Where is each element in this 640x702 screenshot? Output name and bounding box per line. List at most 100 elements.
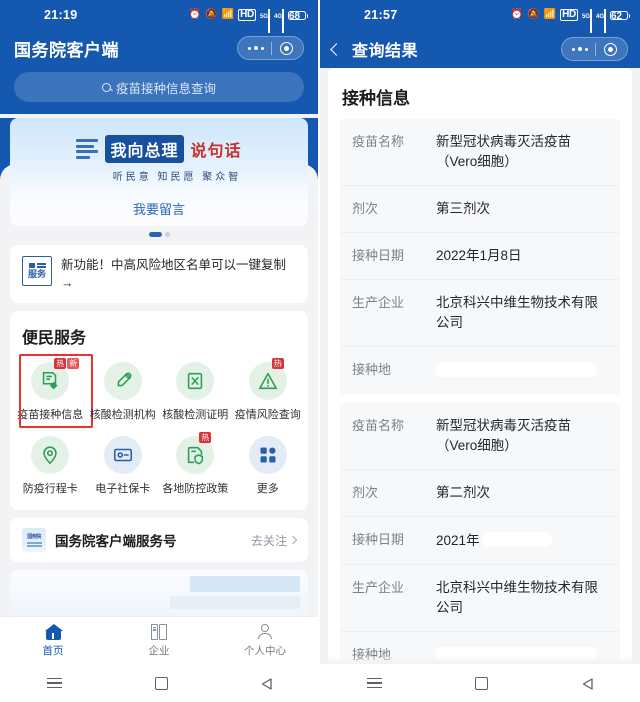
home-square-icon[interactable] xyxy=(475,676,489,690)
follow-button[interactable]: 去关注 xyxy=(250,532,298,549)
more-menu-icon[interactable] xyxy=(565,46,595,52)
battery-icon: 62 xyxy=(610,10,630,21)
row-value-redacted xyxy=(436,360,596,381)
tab-home[interactable]: 首页 xyxy=(0,623,106,658)
table-row: 接种地 xyxy=(340,347,620,394)
banner-tag: 我向总理 xyxy=(105,135,184,163)
left-phone-screen: 21:19 ⏰ 🔕 📶 HD 5G 4G 68 国务院客户端 疫苗接种信息查询 … xyxy=(0,0,320,702)
row-key: 疫苗名称 xyxy=(352,134,405,149)
back-triangle-icon[interactable] xyxy=(582,677,593,690)
tab-label: 首页 xyxy=(42,644,64,657)
row-value: 北京科兴中维生物技术有限公司 xyxy=(436,580,598,615)
mini-program-capsule[interactable] xyxy=(237,36,304,60)
back-triangle-icon[interactable] xyxy=(261,677,272,690)
signal-2-icon: 4G xyxy=(274,9,284,33)
table-row: 剂次 第三剂次 xyxy=(340,186,620,233)
bottom-tab-bar: 首页 企业 个人中心 xyxy=(0,616,318,664)
signal-1-icon: 5G xyxy=(582,9,592,33)
building-icon xyxy=(150,623,168,640)
banner-tag-red: 说句话 xyxy=(190,143,242,160)
service-label: 防疫行程卡 xyxy=(22,483,78,495)
table-row: 疫苗名称 新型冠状病毒灭活疫苗（Vero细胞） xyxy=(340,119,620,186)
service-item-more[interactable]: 更多 xyxy=(232,430,305,498)
dual-phone-screenshot: 21:19 ⏰ 🔕 📶 HD 5G 4G 68 国务院客户端 疫苗接种信息查询 … xyxy=(0,0,640,702)
close-target-icon[interactable] xyxy=(596,42,624,56)
service-label: 核酸检测机构 xyxy=(89,409,156,421)
search-placeholder: 疫苗接种信息查询 xyxy=(115,81,216,96)
row-key: 剂次 xyxy=(352,201,379,216)
promo-banner[interactable]: 我向总理 说句话 听民意 知民愿 聚众智 我要留言 xyxy=(10,118,308,226)
right-status-bar: 21:57 ⏰ 🔕 📶 HD 5G 4G 62 xyxy=(320,0,640,33)
android-nav-bar xyxy=(0,664,318,702)
more-menu-icon[interactable] xyxy=(241,45,271,51)
vaccination-record: 疫苗名称 新型冠状病毒灭活疫苗（Vero细胞） 剂次 第三剂次 接种日期 202… xyxy=(340,119,620,394)
row-value: 新型冠状病毒灭活疫苗（Vero细胞） xyxy=(436,418,571,453)
notice-text: 新功能！中高风险地区名单可以一键复制→ xyxy=(61,258,287,290)
service-item-risk-query[interactable]: 热 疫情风险查询 xyxy=(232,356,305,424)
mute-icon: 🔕 xyxy=(527,9,540,20)
app-title: 国务院客户端 xyxy=(14,40,119,60)
chevron-left-icon[interactable] xyxy=(330,42,343,56)
right-app-header: 查询结果 xyxy=(320,30,640,68)
badge-hot: 热 xyxy=(54,358,67,369)
notice-card[interactable]: 服务 新功能！中高风险地区名单可以一键复制→ xyxy=(10,245,308,303)
card-title: 接种信息 xyxy=(342,89,410,108)
location-pin-icon xyxy=(31,436,70,474)
home-square-icon[interactable] xyxy=(154,676,168,690)
row-key: 接种日期 xyxy=(352,248,405,263)
row-key: 生产企业 xyxy=(352,580,405,595)
service-item-vaccine-record[interactable]: 热 新 疫苗接种信息 xyxy=(14,354,93,428)
service-item-travel-card[interactable]: 防疫行程卡 xyxy=(14,430,87,498)
signal-2-icon: 4G xyxy=(596,9,606,33)
alarm-icon: ⏰ xyxy=(510,9,524,20)
scroll-fade xyxy=(320,656,640,664)
redaction-mark xyxy=(481,532,552,547)
menu-icon[interactable] xyxy=(46,677,62,689)
services-card: 便民服务 热 新 疫苗接种信息 核酸检测机构 核酸检测证明 热 疫情风险查询 防… xyxy=(10,311,308,510)
close-target-icon[interactable] xyxy=(272,41,300,55)
menu-icon[interactable] xyxy=(366,677,382,689)
badge-new: 新 xyxy=(67,358,80,369)
service-badge-text: 服务 xyxy=(27,269,46,280)
wifi-icon: 📶 xyxy=(221,9,235,20)
service-item-test-certificate[interactable]: 核酸检测证明 xyxy=(159,356,232,424)
table-row: 生产企业 北京科兴中维生物技术有限公司 xyxy=(340,565,620,632)
badge-hot: 热 xyxy=(271,358,284,369)
service-item-testing-org[interactable]: 核酸检测机构 xyxy=(87,356,160,424)
table-row: 接种日期 2022年1月8日 xyxy=(340,233,620,280)
status-time: 21:57 xyxy=(364,8,398,22)
service-label: 核酸检测证明 xyxy=(162,409,229,421)
row-value: 新型冠状病毒灭活疫苗（Vero细胞） xyxy=(436,134,571,169)
status-icon-tray: ⏰ 🔕 📶 HD 5G 4G 68 xyxy=(189,9,308,33)
left-main-body: 我向总理 说句话 听民意 知民愿 聚众智 我要留言 服务 新功能！中高风险地区名… xyxy=(0,118,318,620)
carousel-dot-2[interactable] xyxy=(164,232,170,237)
banner-cta-link[interactable]: 我要留言 xyxy=(10,199,308,218)
service-badge-icon: 服务 xyxy=(22,256,52,286)
vaccination-record: 疫苗名称 新型冠状病毒灭活疫苗（Vero细胞） 剂次 第二剂次 接种日期 202… xyxy=(340,403,620,679)
services-title: 便民服务 xyxy=(22,330,87,347)
id-card-icon xyxy=(103,436,142,474)
carousel-dots[interactable] xyxy=(10,232,308,237)
search-input[interactable]: 疫苗接种信息查询 xyxy=(14,72,304,102)
lower-banner-teaser[interactable] xyxy=(10,570,308,620)
service-label: 各地防控政策 xyxy=(162,483,229,495)
service-item-local-policy[interactable]: 热 各地防控政策 xyxy=(159,430,232,498)
tab-label: 企业 xyxy=(148,644,170,657)
official-account-row[interactable]: 国务院 国务院客户端服务号 去关注 xyxy=(10,518,308,562)
tab-label: 个人中心 xyxy=(244,644,286,657)
search-icon xyxy=(101,82,111,92)
carousel-dot-1[interactable] xyxy=(148,232,162,237)
signal-1-icon: 5G xyxy=(260,9,270,33)
service-badges: 热 新 xyxy=(54,358,80,369)
tab-enterprise[interactable]: 企业 xyxy=(106,623,212,658)
mini-program-capsule[interactable] xyxy=(561,37,628,61)
follow-label: 去关注 xyxy=(250,533,287,548)
service-badges: 热 xyxy=(271,358,284,369)
hd-icon: HD xyxy=(560,9,578,21)
tab-profile[interactable]: 个人中心 xyxy=(212,623,318,658)
right-scroll-area[interactable]: 接种信息 疫苗名称 新型冠状病毒灭活疫苗（Vero细胞） 剂次 第三剂次 接种日… xyxy=(320,68,640,702)
service-label: 更多 xyxy=(256,483,279,495)
vaccination-info-card: 接种信息 疫苗名称 新型冠状病毒灭活疫苗（Vero细胞） 剂次 第三剂次 接种日… xyxy=(328,68,632,702)
account-name: 国务院客户端服务号 xyxy=(55,534,177,549)
service-item-social-card[interactable]: 电子社保卡 xyxy=(87,430,160,498)
